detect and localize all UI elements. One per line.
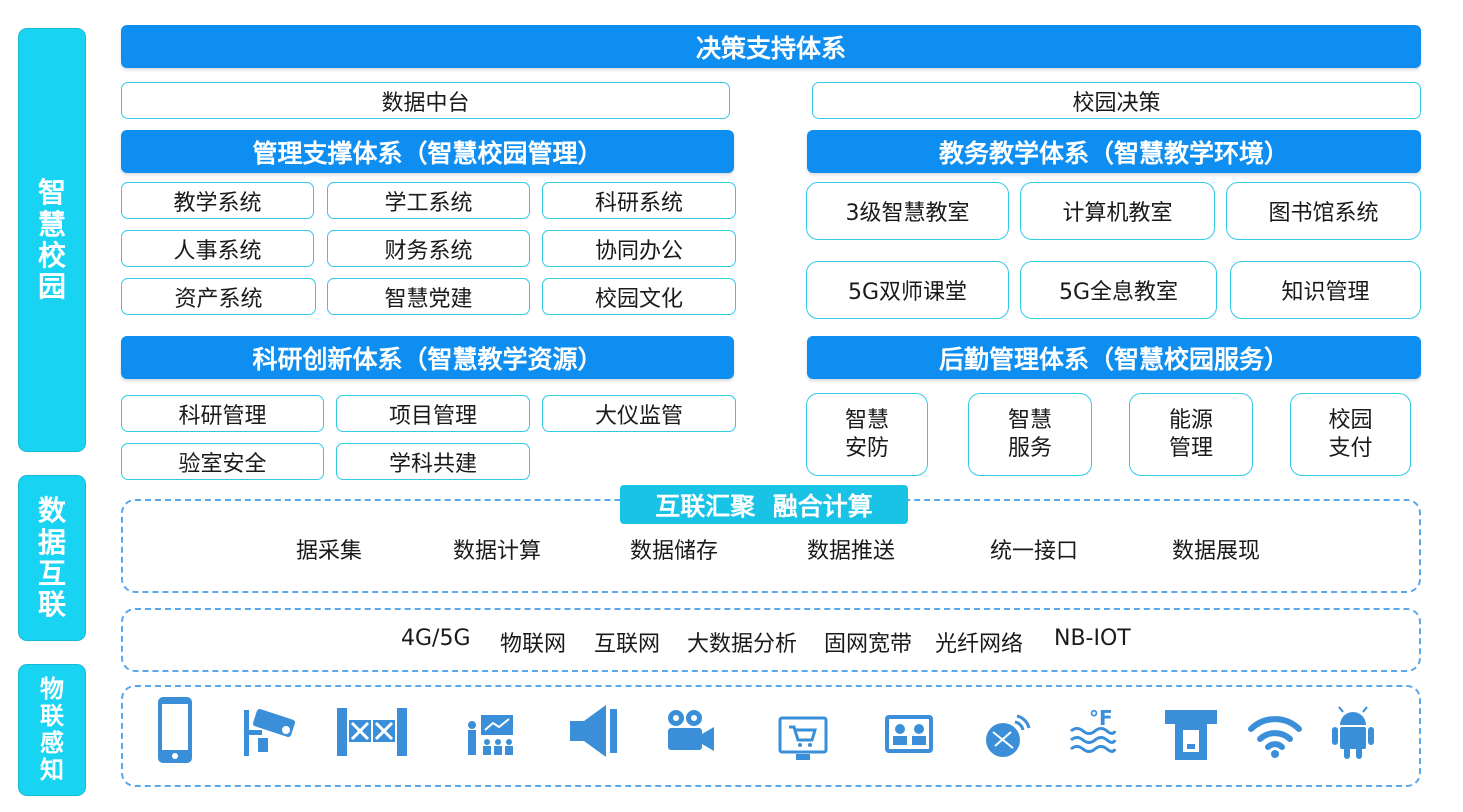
teaching-title: 教务教学体系（智慧教学环境） xyxy=(938,138,1289,168)
management-item: 人事系统 xyxy=(121,230,314,267)
teaching-item: 5G全息教室 xyxy=(1020,261,1217,319)
wifi-icon xyxy=(1248,716,1302,758)
management-item-label: 人事系统 xyxy=(173,238,262,264)
devices-container xyxy=(121,685,1421,787)
campus-decision-box: 校园决策 xyxy=(812,82,1421,119)
side-label-iot-sensing: 物 联 感 知 xyxy=(18,664,86,796)
side-label-data-interconnect-text: 数 据 互 联 xyxy=(37,494,66,622)
classroom-display-icon xyxy=(468,715,513,755)
fusion-title: 互联汇聚 融合计算 xyxy=(655,491,873,521)
teaching-band: 教务教学体系（智慧教学环境） xyxy=(807,130,1421,173)
research-item-label: 验室安全 xyxy=(178,451,267,477)
network-item: 互联网 xyxy=(594,632,661,657)
management-item-label: 校园文化 xyxy=(594,286,683,312)
management-item: 科研系统 xyxy=(542,182,736,219)
management-item-label: 协同办公 xyxy=(594,238,683,264)
management-item-label: 教学系统 xyxy=(173,190,262,216)
satellite-dish-icon xyxy=(986,714,1031,757)
management-item: 校园文化 xyxy=(542,278,736,315)
management-item: 智慧党建 xyxy=(327,278,530,315)
teaching-item: 5G双师课堂 xyxy=(806,261,1009,319)
teaching-item: 计算机教室 xyxy=(1020,182,1215,240)
logistics-band: 后勤管理体系（智慧校园服务） xyxy=(807,336,1421,379)
network-item: 大数据分析 xyxy=(687,632,798,657)
research-item: 项目管理 xyxy=(336,395,530,432)
management-item: 教学系统 xyxy=(121,182,314,219)
logistics-item: 能源 管理 xyxy=(1129,393,1253,476)
research-item: 学科共建 xyxy=(336,443,530,480)
teaching-item: 知识管理 xyxy=(1230,261,1421,319)
management-band: 管理支撑体系（智慧校园管理） xyxy=(121,130,734,173)
teaching-item-label: 知识管理 xyxy=(1281,280,1370,305)
fusion-item: 数据储存 xyxy=(630,539,719,564)
side-label-smart-campus: 智 慧 校 园 xyxy=(18,28,86,452)
logistics-item-label: 智慧 安防 xyxy=(844,408,889,461)
research-item-label: 学科共建 xyxy=(388,451,477,477)
management-item: 协同办公 xyxy=(542,230,736,267)
network-item: 光纤网络 xyxy=(935,632,1024,657)
research-item: 大仪监管 xyxy=(542,395,736,432)
id-reader-icon xyxy=(885,715,933,753)
teaching-item-label: 图书馆系统 xyxy=(1268,201,1379,226)
network-item: NB-IOT xyxy=(1054,626,1131,651)
android-icon xyxy=(1332,706,1374,759)
management-item-label: 财务系统 xyxy=(384,238,473,264)
management-item-label: 科研系统 xyxy=(594,190,683,216)
speaker-icon xyxy=(570,705,617,757)
network-item: 4G/5G xyxy=(401,626,471,651)
fusion-item: 数据展现 xyxy=(1172,539,1261,564)
gate-icon xyxy=(337,708,407,756)
cctv-camera-icon xyxy=(244,709,296,756)
network-item: 物联网 xyxy=(500,632,567,657)
water-temperature-icon: °F xyxy=(1070,706,1117,753)
pos-terminal-icon xyxy=(778,716,828,760)
research-title: 科研创新体系（智慧教学资源） xyxy=(252,344,603,374)
phone-icon xyxy=(158,697,192,763)
data-middle-platform-label: 数据中台 xyxy=(381,90,470,116)
side-label-smart-campus-text: 智 慧 校 园 xyxy=(37,176,66,304)
fusion-item: 据采集 xyxy=(296,539,363,564)
logistics-item: 校园 支付 xyxy=(1290,393,1411,476)
management-item: 资产系统 xyxy=(121,278,316,315)
video-camera-icon xyxy=(668,710,714,751)
teaching-item-label: 3级智慧教室 xyxy=(845,201,970,226)
logistics-item-label: 智慧 服务 xyxy=(1007,408,1052,461)
research-band: 科研创新体系（智慧教学资源） xyxy=(121,336,734,379)
campus-decision-label: 校园决策 xyxy=(1072,90,1161,116)
card-machine-icon xyxy=(1165,710,1217,760)
research-item-label: 项目管理 xyxy=(388,403,477,429)
logistics-title: 后勤管理体系（智慧校园服务） xyxy=(938,344,1289,374)
research-item-label: 科研管理 xyxy=(178,403,267,429)
decision-support-title: 决策支持体系 xyxy=(695,33,846,63)
logistics-item-label: 能源 管理 xyxy=(1168,408,1213,461)
research-item-label: 大仪监管 xyxy=(594,403,683,429)
fusion-item: 数据计算 xyxy=(453,539,542,564)
decision-support-band: 决策支持体系 xyxy=(121,25,1421,68)
logistics-item: 智慧 安防 xyxy=(806,393,928,476)
teaching-item: 图书馆系统 xyxy=(1226,182,1421,240)
network-item: 固网宽带 xyxy=(824,632,913,657)
management-item-label: 资产系统 xyxy=(174,286,263,312)
management-item-label: 学工系统 xyxy=(384,190,473,216)
research-item: 验室安全 xyxy=(121,443,324,480)
teaching-item-label: 5G全息教室 xyxy=(1058,280,1179,305)
logistics-item-label: 校园 支付 xyxy=(1328,408,1373,461)
svg-text:°F: °F xyxy=(1089,706,1113,730)
research-item: 科研管理 xyxy=(121,395,324,432)
fusion-item: 数据推送 xyxy=(807,539,896,564)
fusion-title-tag: 互联汇聚 融合计算 xyxy=(620,485,908,524)
side-label-iot-sensing-text: 物 联 感 知 xyxy=(40,675,64,784)
teaching-item-label: 5G双师课堂 xyxy=(847,280,968,305)
management-item-label: 智慧党建 xyxy=(384,286,473,312)
teaching-item: 3级智慧教室 xyxy=(806,182,1009,240)
management-item: 财务系统 xyxy=(327,230,530,267)
management-title: 管理支撑体系（智慧校园管理） xyxy=(252,138,603,168)
data-middle-platform-box: 数据中台 xyxy=(121,82,730,119)
logistics-item: 智慧 服务 xyxy=(968,393,1092,476)
teaching-item-label: 计算机教室 xyxy=(1062,201,1173,226)
fusion-item: 统一接口 xyxy=(990,539,1079,564)
side-label-data-interconnect: 数 据 互 联 xyxy=(18,475,86,641)
management-item: 学工系统 xyxy=(327,182,530,219)
